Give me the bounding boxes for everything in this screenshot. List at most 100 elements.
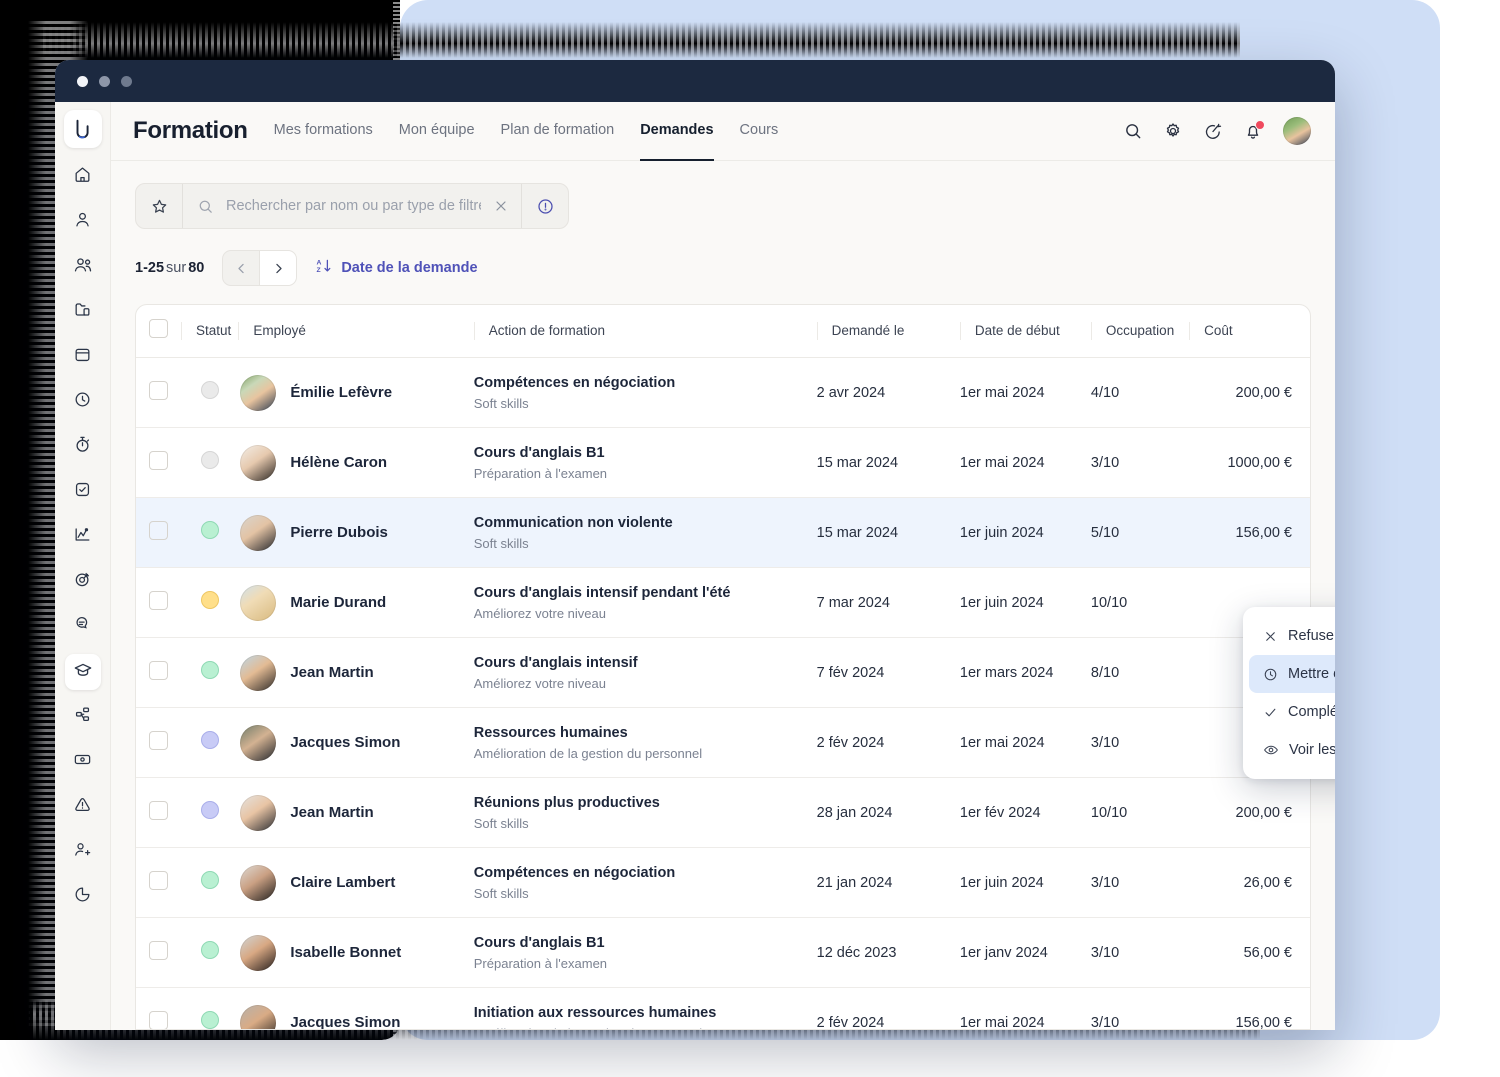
table-row[interactable]: Jacques Simon Initiation aux ressources h…	[136, 987, 1310, 1029]
sidebar-item-alerts[interactable]	[65, 789, 101, 825]
table-row[interactable]: Jean Martin Réunions plus productives Soft…	[136, 777, 1310, 848]
column-header-cout[interactable]: Coût	[1189, 305, 1310, 358]
row-employee-cell: Jean Martin	[238, 777, 474, 848]
row-select-cell[interactable]	[136, 637, 182, 708]
table-row[interactable]: Hélène Caron Cours d'anglais B1 Préparatio…	[136, 427, 1310, 498]
sidebar-item-surveys[interactable]	[65, 609, 101, 645]
status-badge	[200, 731, 219, 749]
user-icon	[73, 210, 92, 234]
row-occupation-cell: 3/10	[1090, 847, 1190, 918]
menu-item-mettre-en-attente[interactable]: Mettre en attente	[1249, 655, 1335, 693]
table-row[interactable]: Pierre Dubois Communication non violente S…	[136, 497, 1310, 568]
sort-button[interactable]: AZ Date de la demande	[315, 257, 478, 279]
employee-name: Jean Martin	[290, 804, 374, 821]
table-row[interactable]: Isabelle Bonnet Cours d'anglais B1 Prépara…	[136, 917, 1310, 988]
table-row[interactable]: Claire Lambert Compétences en négociation…	[136, 847, 1310, 918]
sidebar-item-time[interactable]	[65, 384, 101, 420]
row-requested-cell: 2 fév 2024	[816, 987, 960, 1029]
window-close-button[interactable]	[77, 75, 88, 87]
row-checkbox[interactable]	[149, 1010, 169, 1029]
tab-mon-equipe[interactable]: Mon équipe	[399, 101, 475, 161]
table-row[interactable]: Jacques Simon Ressources humaines Améliora…	[136, 707, 1310, 778]
menu-item-completer[interactable]: Compléter	[1249, 693, 1335, 731]
menu-item-voir-les-details[interactable]: Voir les détails	[1249, 731, 1335, 769]
row-checkbox[interactable]	[149, 380, 169, 400]
sidebar-item-calendar[interactable]	[65, 339, 101, 375]
column-header-employe[interactable]: Employé	[238, 305, 474, 358]
employee-name: Émilie Lefèvre	[290, 384, 393, 401]
row-select-cell[interactable]	[136, 847, 182, 918]
row-action-cell: Communication non violente Soft skills	[473, 497, 817, 568]
tab-cours[interactable]: Cours	[740, 101, 779, 161]
workflow-icon	[73, 705, 92, 729]
sidebar-item-learning[interactable]	[64, 654, 101, 690]
prev-page-button[interactable]	[223, 251, 259, 285]
app-logo[interactable]	[63, 110, 102, 148]
row-select-cell[interactable]	[136, 917, 182, 988]
search-row	[135, 183, 1311, 229]
row-checkbox[interactable]	[149, 450, 169, 470]
sidebar-item-documents[interactable]	[65, 294, 101, 330]
row-checkbox[interactable]	[149, 730, 169, 750]
tab-plan-de-formation[interactable]: Plan de formation	[501, 101, 615, 161]
row-select-cell[interactable]	[136, 357, 182, 428]
sidebar-item-people[interactable]	[65, 249, 101, 285]
search-icon[interactable]	[1123, 121, 1143, 141]
speedometer-icon[interactable]	[1203, 121, 1223, 141]
sidebar-item-compensation[interactable]	[65, 744, 101, 780]
row-checkbox[interactable]	[149, 800, 169, 820]
avatar[interactable]	[1283, 117, 1311, 145]
sidebar-item-timesheet[interactable]	[65, 429, 101, 465]
column-header-demande-le[interactable]: Demandé le	[816, 305, 960, 358]
window-minimize-button[interactable]	[99, 75, 110, 87]
sidebar-item-workflows[interactable]	[65, 699, 101, 735]
column-header-date-debut[interactable]: Date de début	[959, 305, 1091, 358]
window-maximize-button[interactable]	[121, 75, 132, 87]
avatar	[240, 724, 277, 761]
check-icon	[1263, 705, 1278, 720]
sidebar-item-tasks[interactable]	[65, 474, 101, 510]
row-checkbox[interactable]	[149, 590, 169, 610]
row-select-cell[interactable]	[136, 427, 182, 498]
info-icon[interactable]	[521, 184, 568, 228]
sidebar-item-my-profile[interactable]	[65, 204, 101, 240]
next-page-button[interactable]	[259, 251, 297, 285]
sidebar-item-home[interactable]	[65, 159, 101, 195]
menu-item-refuser[interactable]: Refuser	[1249, 617, 1335, 655]
select-all-checkbox[interactable]	[149, 319, 169, 338]
table-row[interactable]: Jean Martin Cours d'anglais intensif Améli…	[136, 637, 1310, 708]
select-all-header	[136, 305, 182, 358]
row-checkbox[interactable]	[149, 940, 169, 960]
row-select-cell[interactable]	[136, 567, 182, 638]
table-row[interactable]: Marie Durand Cours d'anglais intensif pen…	[136, 567, 1310, 638]
bell-icon[interactable]	[1243, 120, 1265, 141]
gear-icon[interactable]	[1163, 121, 1183, 141]
column-header-occupation[interactable]: Occupation	[1090, 305, 1190, 358]
close-icon[interactable]	[493, 198, 509, 214]
row-checkbox[interactable]	[149, 520, 169, 540]
table-row[interactable]: Émilie Lefèvre Compétences en négociation…	[136, 357, 1310, 428]
row-start-cell: 1er mars 2024	[959, 637, 1091, 708]
tab-demandes[interactable]: Demandes	[640, 101, 714, 161]
row-checkbox[interactable]	[149, 660, 169, 680]
row-cost-cell: 200,00 €	[1189, 777, 1310, 848]
column-header-action[interactable]: Action de formation	[473, 305, 817, 358]
row-select-cell[interactable]	[136, 777, 182, 848]
row-select-cell[interactable]	[136, 497, 182, 568]
column-label-employe: Employé	[238, 322, 473, 340]
sidebar-item-reports[interactable]	[65, 879, 101, 915]
row-select-cell[interactable]	[136, 707, 182, 778]
sidebar-item-analytics[interactable]	[65, 519, 101, 555]
row-employee-cell: Pierre Dubois	[238, 497, 474, 568]
row-select-cell[interactable]	[136, 987, 182, 1029]
avatar	[240, 934, 277, 971]
row-action-cell: Compétences en négociation Soft skills	[473, 847, 817, 918]
sidebar-item-hiring[interactable]	[65, 834, 101, 870]
column-header-statut[interactable]: Statut	[181, 305, 239, 358]
row-checkbox[interactable]	[149, 870, 169, 890]
sidebar-item-goals[interactable]	[65, 564, 101, 600]
search-input[interactable]	[224, 197, 483, 215]
row-action-cell: Cours d'anglais intensif pendant l'été Am…	[473, 567, 817, 638]
tab-mes-formations[interactable]: Mes formations	[274, 101, 373, 161]
star-icon[interactable]	[136, 184, 183, 228]
